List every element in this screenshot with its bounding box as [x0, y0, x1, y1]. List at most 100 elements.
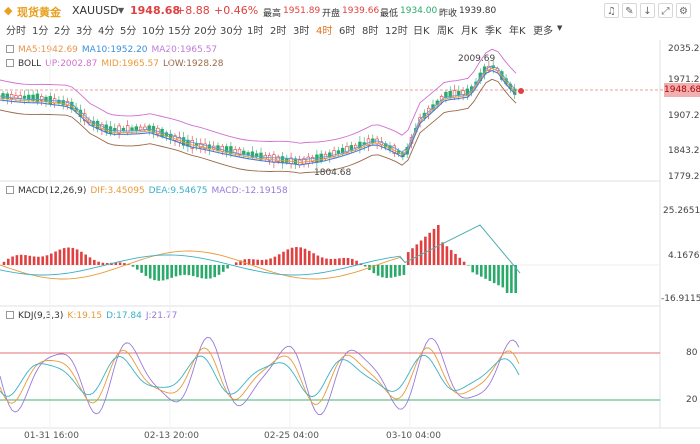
tab-2时[interactable]: 2时 — [270, 22, 286, 37]
candle-body — [289, 157, 293, 164]
macd-bar — [441, 242, 444, 265]
macd-bar — [28, 255, 32, 265]
macd-bar — [359, 263, 363, 265]
candle-body — [495, 68, 500, 71]
candle-body — [52, 98, 57, 104]
checkbox-icon[interactable] — [6, 45, 14, 53]
x-axis-label: 03-10 04:00 — [386, 431, 441, 441]
candle-body — [448, 90, 452, 98]
macd-bar — [24, 255, 27, 265]
macd-bar — [19, 254, 23, 265]
tab-年K[interactable]: 年K — [509, 22, 526, 37]
candle-body — [431, 104, 435, 110]
bell-icon[interactable]: ♫ — [604, 3, 619, 18]
kdj-legend: KDJ(9,3,3) K:19.15 D:17.84 J:21.77 — [6, 311, 181, 321]
candlesticks — [1, 60, 517, 169]
candle-body — [74, 107, 78, 112]
price-axis-label: 2035.29 — [668, 44, 700, 54]
price-axis-label: 1907.28 — [668, 111, 700, 121]
macd-bar — [303, 248, 307, 265]
instrument-symbol[interactable]: XAUUSD — [72, 4, 119, 17]
tab-4分[interactable]: 4分 — [98, 22, 114, 37]
tab-分时[interactable]: 分时 — [6, 22, 26, 37]
macd-bar — [484, 265, 487, 279]
ma5-value: MA5:1942.69 — [18, 45, 78, 55]
x-axis-label: 02-25 04:00 — [264, 431, 319, 441]
candle-body — [426, 107, 431, 115]
macd-bar — [398, 265, 401, 276]
tab-10分[interactable]: 10分 — [142, 22, 165, 37]
checkbox-icon[interactable] — [6, 311, 14, 319]
x-axis-label: 01-31 16:00 — [24, 431, 79, 441]
expand-icon[interactable]: ⤢ — [658, 3, 673, 18]
settings-icon[interactable]: ⚙ — [676, 3, 691, 18]
candle-body — [164, 132, 169, 137]
boll-lower-line — [0, 78, 517, 174]
tab-1时[interactable]: 1时 — [247, 22, 263, 37]
macd-bar — [170, 265, 173, 278]
tab-季K[interactable]: 季K — [485, 22, 502, 37]
macd-bar — [118, 262, 122, 265]
candle-body — [199, 143, 203, 149]
open-label: 开盘 — [322, 9, 341, 19]
candle-body — [452, 90, 457, 98]
tab-周K[interactable]: 周K — [437, 22, 454, 37]
x-axis-label: 02-13 20:00 — [144, 431, 199, 441]
kdj-lines — [0, 336, 520, 416]
checkbox-icon[interactable] — [6, 59, 14, 67]
download-icon[interactable]: ↓ — [640, 3, 655, 18]
macd-dea: DEA:9.54675 — [148, 186, 208, 196]
tab-20分[interactable]: 20分 — [194, 22, 217, 37]
candle-body — [138, 126, 143, 131]
tab-6时[interactable]: 6时 — [339, 22, 355, 37]
candle-body — [409, 137, 414, 144]
macd-bar — [41, 256, 44, 265]
candle-body — [362, 142, 366, 145]
tab-日K[interactable]: 日K — [413, 22, 430, 37]
macd-bar — [299, 247, 302, 265]
tab-月K[interactable]: 月K — [461, 22, 478, 37]
last-price: 1948.68 — [130, 4, 181, 17]
candle-body — [375, 138, 379, 144]
macd-title: MACD(12,26,9) — [18, 186, 87, 196]
tab-5分[interactable]: 5分 — [120, 22, 136, 37]
tab-4时[interactable]: 4时 — [316, 22, 332, 37]
tab-12时[interactable]: 12时 — [385, 22, 408, 37]
macd-bar — [308, 250, 311, 265]
low-value: 1934.00 — [400, 6, 438, 16]
macd-bar — [265, 259, 268, 265]
macd-bar — [123, 263, 126, 265]
boll-up: UP:2002.87 — [45, 59, 98, 69]
macd-bar — [406, 252, 410, 265]
candle-body — [22, 95, 27, 99]
tab-1分[interactable]: 1分 — [32, 22, 48, 37]
prev-close-value: 1939.80 — [459, 6, 497, 16]
candle-body — [44, 96, 48, 102]
brush-icon[interactable]: ✎ — [622, 3, 637, 18]
macd-bar — [166, 265, 169, 280]
macd-bar — [454, 253, 457, 265]
symbol-dropdown-icon[interactable]: ▼ — [118, 6, 124, 15]
kdj-j-line — [0, 336, 520, 416]
candle-body — [160, 128, 164, 137]
tab-3分[interactable]: 3分 — [76, 22, 92, 37]
candle-body — [143, 126, 147, 130]
more-dropdown-icon[interactable]: ▼ — [557, 24, 562, 32]
candle-body — [280, 156, 285, 164]
checkbox-icon[interactable] — [6, 186, 14, 194]
macd-bar — [58, 249, 62, 265]
tab-3时[interactable]: 3时 — [293, 22, 309, 37]
low-annotation: 1804.68 — [314, 168, 351, 178]
candle-body — [259, 152, 263, 160]
tab-8时[interactable]: 8时 — [362, 22, 378, 37]
tab-15分[interactable]: 15分 — [168, 22, 191, 37]
candle-body — [491, 65, 495, 69]
macd-bar — [320, 257, 324, 265]
tab-2分[interactable]: 2分 — [54, 22, 70, 37]
tab-更多[interactable]: 更多 — [533, 22, 553, 37]
macd-bar — [286, 249, 290, 265]
candle-body — [263, 154, 267, 160]
tab-30分[interactable]: 30分 — [220, 22, 243, 37]
candle-body — [177, 136, 181, 143]
macd-bar — [402, 265, 406, 275]
